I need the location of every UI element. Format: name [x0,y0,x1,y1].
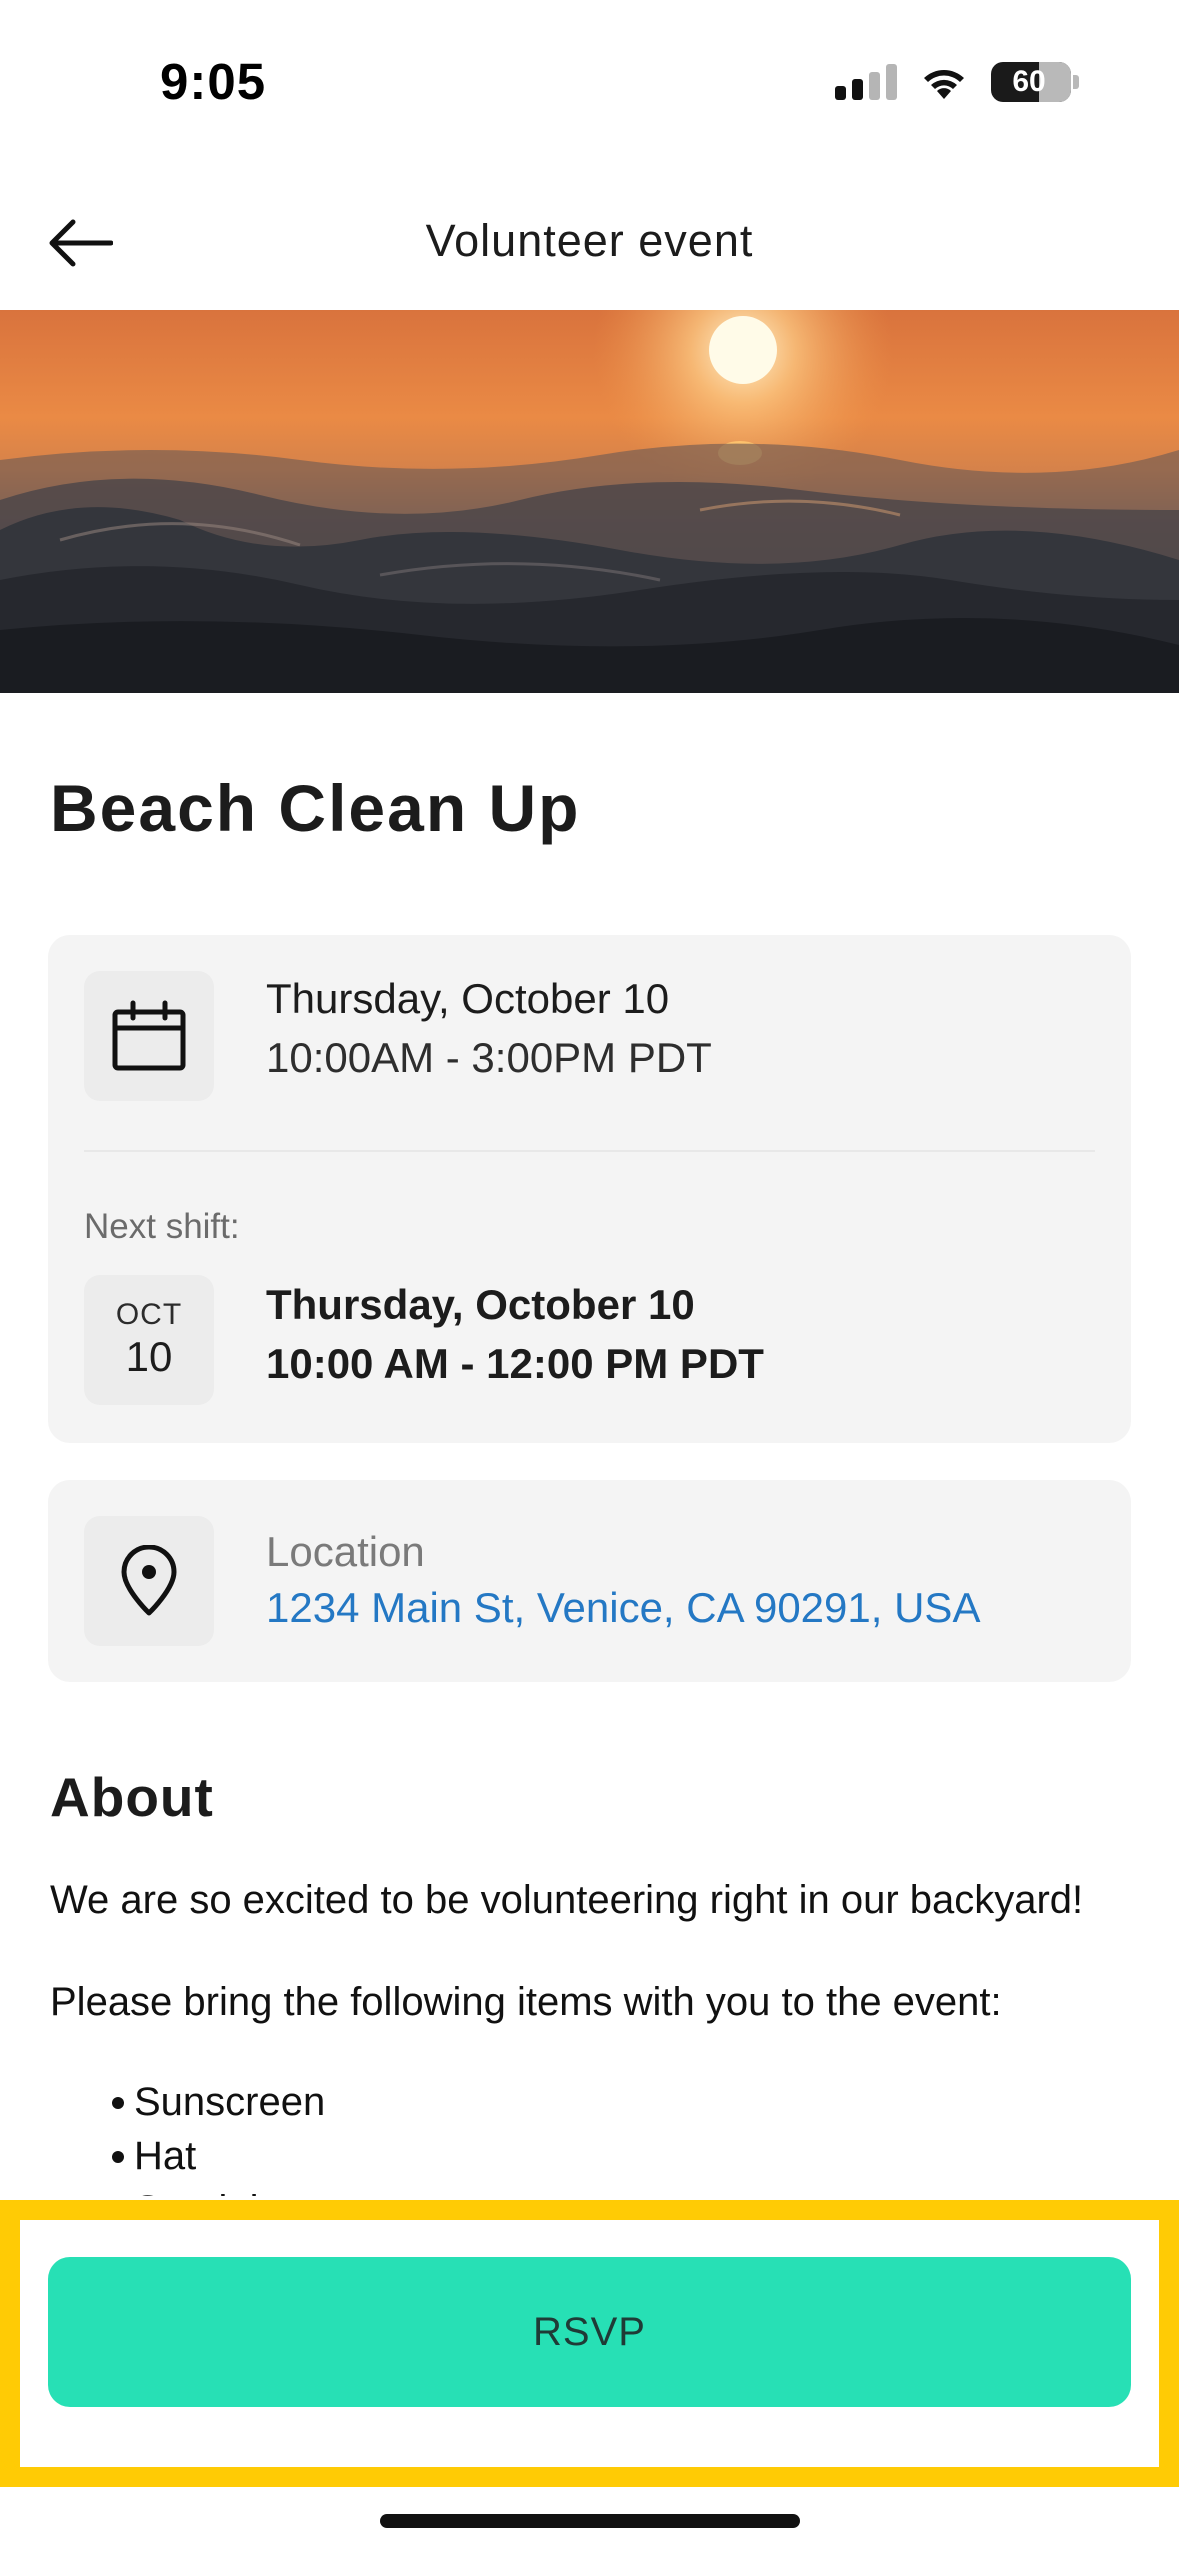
rsvp-button[interactable]: RSVP [48,2257,1131,2407]
event-time-range: 10:00AM - 3:00PM PDT [266,1034,712,1081]
next-shift-day: 10 [125,1333,173,1380]
battery-icon: 60 [991,62,1071,102]
next-shift-time-range: 10:00 AM - 12:00 PM PDT [266,1340,764,1387]
about-paragraph-2: Please bring the following items with yo… [50,1980,1002,2024]
calendar-icon [112,1000,186,1071]
next-shift-date-badge: OCT 10 [84,1275,214,1405]
status-bar: 9:05 60 [0,0,1179,175]
calendar-icon-box [84,971,214,1101]
page-title: Volunteer event [425,215,754,266]
next-shift-date: Thursday, October 10 [266,1281,695,1328]
event-date: Thursday, October 10 [266,975,670,1022]
divider [84,1150,1095,1152]
date-time-card: Thursday, October 10 10:00AM - 3:00PM PD… [48,935,1131,1443]
list-item: Hat [50,2129,1130,2183]
about-paragraph-1: We are so excited to be volunteering rig… [50,1878,1084,1922]
about-heading: About [50,1766,214,1828]
status-icons: 60 [835,62,1079,102]
home-indicator[interactable] [380,2514,800,2528]
location-label: Location [266,1528,425,1575]
battery-level: 60 [1012,65,1046,98]
status-time: 9:05 [160,53,267,110]
wifi-icon [919,63,969,101]
list-item: Sunscreen [50,2075,1130,2129]
map-pin-icon-box [84,1516,214,1646]
next-shift-label: Next shift: [84,1207,240,1246]
map-pin-icon [121,1545,177,1616]
next-shift-month: OCT [115,1298,183,1331]
about-description: We are so excited to be volunteering rig… [50,1875,1130,2079]
location-card: Location 1234 Main St, Venice, CA 90291,… [48,1480,1131,1682]
app-header: Volunteer event [0,175,1179,310]
event-title: Beach Clean Up [50,771,581,845]
location-address-link[interactable]: 1234 Main St, Venice, CA 90291, USA [266,1584,980,1632]
cellular-signal-icon [835,64,897,100]
sunset-ocean-image [0,310,1179,693]
